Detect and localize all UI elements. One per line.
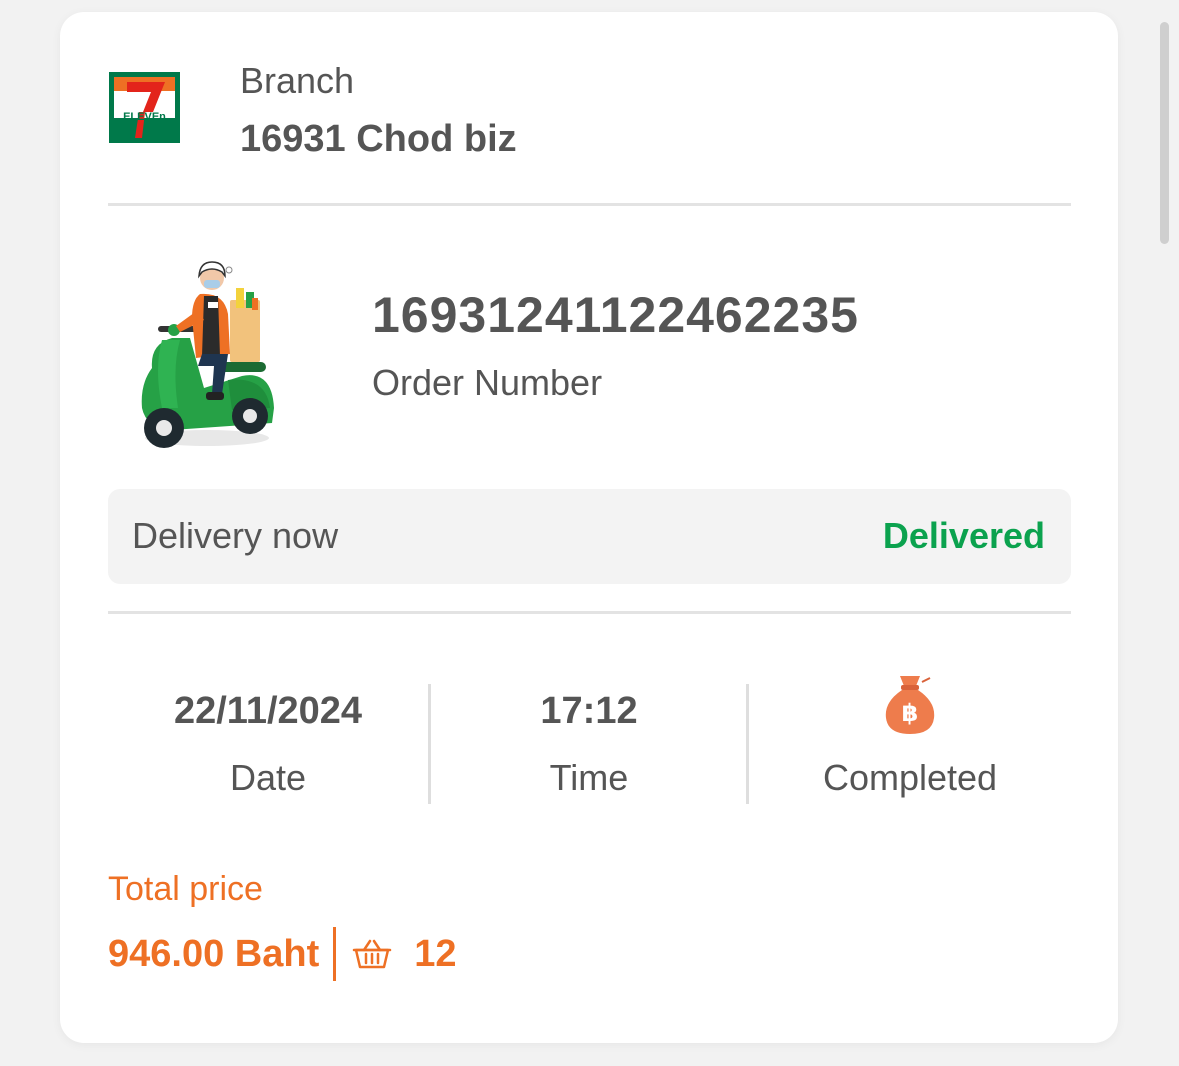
scrollbar[interactable] <box>1160 22 1169 244</box>
date-column: 22/11/2024 Date <box>108 672 428 807</box>
svg-text:ELEVEn: ELEVEn <box>123 111 166 123</box>
divider <box>108 611 1071 614</box>
order-detail-page: ELEVEn Branch 16931 Chod biz 16931241122… <box>0 0 1179 1066</box>
delivery-status: Delivered <box>882 515 1045 556</box>
time-label: Time <box>549 757 629 798</box>
total-price-row: 946.00 Baht 12 <box>108 926 457 982</box>
item-count: 12 <box>414 932 457 975</box>
payment-status-label: Completed <box>822 757 998 798</box>
seven-eleven-logo-icon: ELEVEn <box>109 72 180 143</box>
divider <box>108 203 1071 206</box>
time-column: 17:12 Time <box>430 672 748 807</box>
total-price-amount: 946.00 Baht <box>108 932 320 975</box>
order-number-label: Order Number <box>372 362 603 403</box>
delivery-rider-illustration <box>141 261 274 448</box>
order-time: 17:12 <box>540 690 638 732</box>
branch-name: 16931 Chod biz <box>240 118 517 160</box>
payment-column: ฿ Completed <box>750 672 1070 807</box>
total-price-label: Total price <box>108 870 263 908</box>
total-separator <box>333 927 337 981</box>
date-label: Date <box>229 757 307 798</box>
column-separator <box>746 684 749 804</box>
money-bag-baht-icon: ฿ <box>885 676 935 734</box>
order-card: ELEVEn Branch 16931 Chod biz 16931241122… <box>60 12 1118 1043</box>
delivery-type-label: Delivery now <box>132 515 339 556</box>
order-number: 16931241122462235 <box>372 287 859 343</box>
svg-text:฿: ฿ <box>902 699 919 727</box>
basket-icon <box>352 939 392 969</box>
order-date: 22/11/2024 <box>173 690 363 732</box>
branch-label: Branch <box>240 60 355 101</box>
delivery-status-box: Delivery now Delivered <box>108 489 1071 584</box>
